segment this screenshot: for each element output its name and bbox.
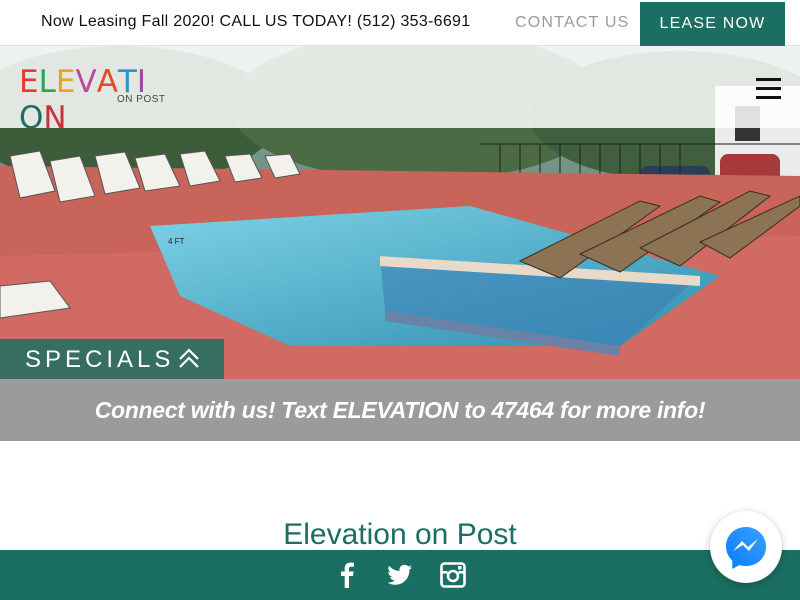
lease-now-button[interactable]: LEASE NOW: [640, 2, 785, 46]
facebook-icon[interactable]: [334, 562, 360, 588]
logo-letter: E: [19, 64, 39, 100]
hero-image: 4 FT ELEVATION ON POST SPECIALS: [0, 46, 800, 379]
messenger-icon: [726, 527, 766, 569]
leasing-promo-text: Now Leasing Fall 2020! CALL US TODAY! (5…: [41, 13, 471, 30]
instagram-icon[interactable]: [440, 562, 466, 588]
social-footer: [0, 550, 800, 600]
logo-subtitle: ON POST: [117, 94, 166, 105]
specials-label: SPECIALS: [25, 346, 175, 373]
page-title: Elevation on Post: [283, 518, 517, 551]
logo-letter: N: [43, 100, 67, 136]
twitter-icon[interactable]: [387, 562, 413, 588]
specials-tab[interactable]: SPECIALS: [0, 339, 224, 379]
logo-letter: O: [19, 100, 44, 136]
hamburger-icon[interactable]: [756, 78, 781, 99]
logo-letter: L: [38, 64, 56, 100]
logo-letter: E: [55, 64, 76, 100]
text-connect-banner: Connect with us! Text ELEVATION to 47464…: [0, 379, 800, 441]
messenger-chat-button[interactable]: [710, 511, 782, 583]
top-bar: Now Leasing Fall 2020! CALL US TODAY! (5…: [0, 0, 800, 46]
contact-us-link[interactable]: CONTACT US: [515, 14, 630, 32]
logo-letter: V: [75, 64, 97, 100]
double-chevron-up-icon: [179, 348, 199, 368]
elevation-logo[interactable]: ELEVATION ON POST: [19, 64, 169, 136]
logo-letter: A: [96, 64, 118, 100]
pool-depth-marker: 4 FT: [168, 237, 185, 246]
